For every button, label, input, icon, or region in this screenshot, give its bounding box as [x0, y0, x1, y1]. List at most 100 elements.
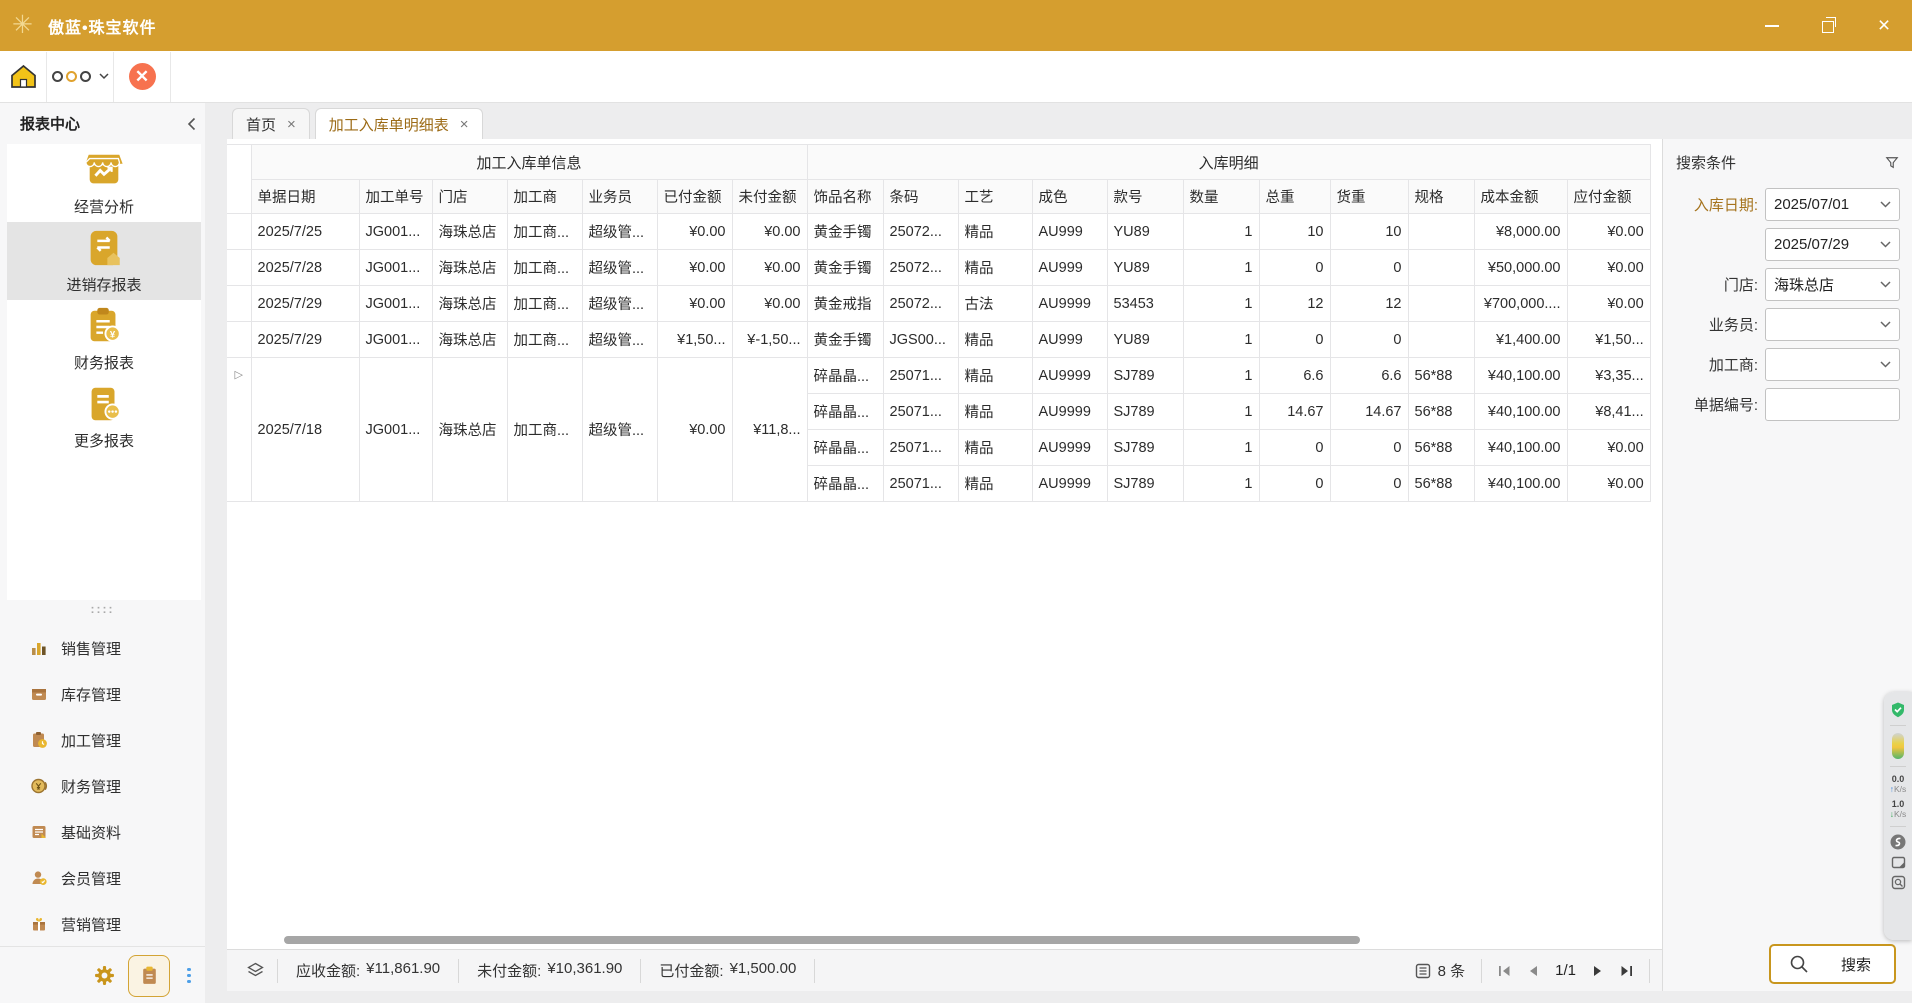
column-header[interactable]: 单据日期 [251, 180, 359, 214]
table-row[interactable]: 2025/7/28JG001...海珠总店加工商...超级管...¥0.00¥0… [227, 250, 1650, 286]
column-header[interactable]: 加工单号 [359, 180, 432, 214]
field-label: 门店: [1663, 274, 1765, 295]
document-number-input[interactable] [1765, 388, 1900, 421]
filter-pin-button[interactable] [1885, 156, 1899, 170]
screenshot-icon[interactable] [1891, 855, 1906, 870]
sidebar-item-more-reports[interactable]: 更多报表 [7, 378, 201, 456]
next-page-button[interactable] [1593, 965, 1603, 977]
inbound-date-to-select[interactable]: 2025/07/29 [1765, 228, 1900, 261]
content-body: 加工入库单信息 入库明细 单据日期 加工单号 门店 加工商 业务员 已付金额 未… [227, 139, 1912, 991]
column-header[interactable]: 总重 [1259, 180, 1330, 214]
sidebar-item-label: 会员管理 [61, 868, 121, 889]
column-header[interactable]: 工艺 [958, 180, 1032, 214]
home-button[interactable] [0, 51, 46, 102]
sidebar-item-member-management[interactable]: 会员管理 [0, 855, 205, 901]
column-header[interactable]: 货重 [1330, 180, 1408, 214]
sidebar-item-label: 销售管理 [61, 638, 121, 659]
sidebar-splitter-handle[interactable]: :::: [0, 604, 205, 614]
table-row[interactable]: ▷2025/7/18JG001...海珠总店加工商...超级管...¥0.00¥… [227, 358, 1650, 394]
table-row[interactable]: 2025/7/29JG001...海珠总店加工商...超级管...¥0.00¥0… [227, 286, 1650, 322]
report-center-toggle-button[interactable] [128, 955, 170, 997]
sidebar-item-sales-management[interactable]: 销售管理 [0, 625, 205, 671]
table-cell: 海珠总店 [432, 250, 507, 286]
last-page-button[interactable] [1620, 965, 1633, 977]
column-header[interactable]: 成色 [1032, 180, 1107, 214]
more-options-button[interactable] [187, 968, 191, 984]
column-header[interactable]: 应付金额 [1567, 180, 1650, 214]
settings-button[interactable] [94, 965, 115, 986]
table-cell: AU9999 [1032, 358, 1107, 394]
input-method-icon[interactable] [1890, 834, 1906, 850]
table-cell: 25071... [883, 466, 958, 502]
field-document-number: 单据编号: [1663, 388, 1912, 421]
field-processor: 加工商: [1663, 348, 1912, 381]
row-expander[interactable]: ▷ [227, 358, 251, 502]
layers-icon[interactable] [247, 962, 264, 979]
table-row[interactable]: 2025/7/25JG001...海珠总店加工商...超级管...¥0.00¥0… [227, 214, 1650, 250]
column-header[interactable]: 门店 [432, 180, 507, 214]
column-header[interactable]: 已付金额 [657, 180, 732, 214]
table-cell: 56*88 [1408, 358, 1474, 394]
table-cell: AU9999 [1032, 394, 1107, 430]
restore-button[interactable] [1800, 0, 1856, 51]
sidebar-item-inventory-reports[interactable]: 进销存报表 [7, 222, 201, 300]
inbound-date-from-select[interactable]: 2025/07/01 [1765, 188, 1900, 221]
recent-windows-button[interactable] [47, 51, 113, 102]
screen-search-icon[interactable] [1891, 875, 1906, 890]
dot-icon [187, 974, 191, 978]
sidebar-item-marketing-management[interactable]: 营销管理 [0, 901, 205, 947]
table-cell: ¥1,50... [657, 322, 732, 358]
store-select[interactable]: 海珠总店 [1765, 268, 1900, 301]
table-cell: AU999 [1032, 322, 1107, 358]
tab-home[interactable]: 首页 × [232, 108, 310, 139]
minimize-button[interactable] [1744, 0, 1800, 51]
table-cell: 海珠总店 [432, 358, 507, 502]
table-cell: 精品 [958, 358, 1032, 394]
clipboard-icon [139, 965, 160, 986]
security-shield-icon[interactable] [1890, 702, 1906, 718]
column-header[interactable]: 饰品名称 [807, 180, 883, 214]
close-button[interactable]: × [1856, 0, 1912, 51]
column-header[interactable]: 加工商 [507, 180, 582, 214]
tab-close-icon[interactable]: × [460, 117, 469, 132]
chevron-left-icon [187, 117, 196, 131]
search-button[interactable]: 搜索 [1769, 944, 1896, 984]
sidebar-item-finance-reports[interactable]: ¥ 财务报表 [7, 300, 201, 378]
table-cell: 1 [1183, 214, 1259, 250]
column-header[interactable]: 条码 [883, 180, 958, 214]
column-header[interactable]: 业务员 [582, 180, 657, 214]
table-cell: AU999 [1032, 214, 1107, 250]
table-cell: 0 [1259, 250, 1330, 286]
sidebar-item-basic-data[interactable]: 基础资料 [0, 809, 205, 855]
sidebar-item-stock-management[interactable]: 库存管理 [0, 671, 205, 717]
previous-page-button[interactable] [1528, 965, 1538, 977]
close-all-tabs-button[interactable]: ✕ [114, 51, 170, 102]
table-cell: 超级管... [582, 286, 657, 322]
sidebar-collapse-button[interactable] [187, 117, 196, 131]
floating-utility-toolbar: 0.0 ↑K/s 1.0 ↓K/s [1884, 692, 1912, 940]
horizontal-scrollbar-thumb[interactable] [284, 936, 1360, 944]
table-cell: ¥8,000.00 [1474, 214, 1567, 250]
column-header[interactable]: 款号 [1107, 180, 1183, 214]
total-label: 应收金额: [296, 960, 360, 981]
column-header[interactable]: 规格 [1408, 180, 1474, 214]
table-cell: ¥0.00 [1567, 286, 1650, 322]
column-header[interactable]: 未付金额 [732, 180, 807, 214]
table-cell [1408, 214, 1474, 250]
clipboard-coin-icon: ¥ [83, 305, 125, 347]
table-cell: ¥50,000.00 [1474, 250, 1567, 286]
processor-select[interactable] [1765, 348, 1900, 381]
table-cell: 海珠总店 [432, 322, 507, 358]
status-divider [1649, 959, 1650, 983]
column-header[interactable]: 成本金额 [1474, 180, 1567, 214]
first-page-button[interactable] [1498, 965, 1511, 977]
column-header[interactable]: 数量 [1183, 180, 1259, 214]
tab-close-icon[interactable]: × [287, 117, 296, 132]
sidebar-item-processing-management[interactable]: 加工管理 [0, 717, 205, 763]
battery-capsule-icon[interactable] [1892, 733, 1904, 759]
salesperson-select[interactable] [1765, 308, 1900, 341]
sidebar-item-business-analysis[interactable]: 经营分析 [7, 144, 201, 222]
sidebar-item-finance-management[interactable]: 财务管理 [0, 763, 205, 809]
tab-processing-inbound-detail[interactable]: 加工入库单明细表 × [315, 108, 483, 139]
table-row[interactable]: 2025/7/29JG001...海珠总店加工商...超级管...¥1,50..… [227, 322, 1650, 358]
